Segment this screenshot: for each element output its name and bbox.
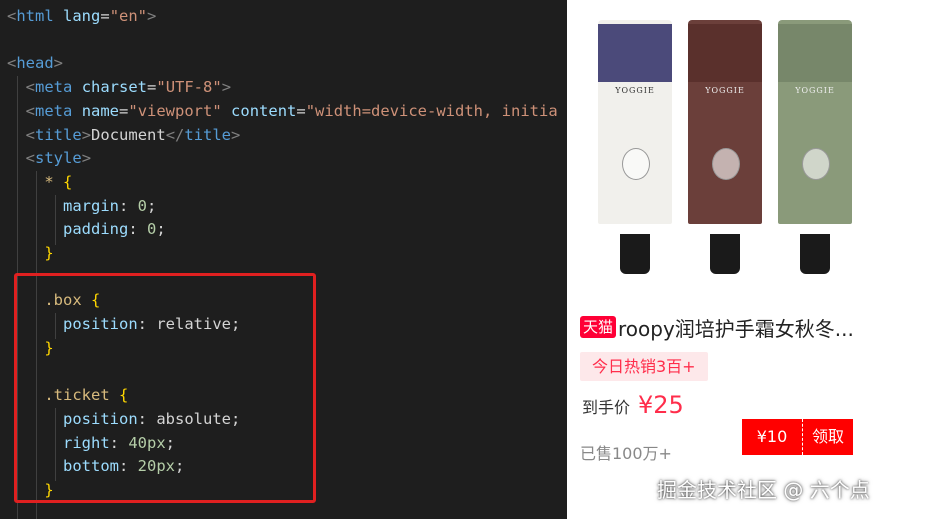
- sold-count: 已售100万+: [580, 444, 672, 463]
- tube-green: YOGGIE: [778, 20, 852, 274]
- code-token: ;: [147, 196, 157, 215]
- code-token: =: [119, 101, 129, 120]
- code-token: {: [63, 172, 73, 191]
- tube-brand: YOGGIE: [795, 86, 835, 95]
- code-token: }: [44, 244, 54, 262]
- coupon-amount: ¥10: [742, 419, 802, 455]
- code-token: padding: [63, 220, 129, 239]
- code-token: =: [147, 78, 157, 97]
- tube-label-band: [598, 24, 672, 82]
- code-line[interactable]: padding: 0;: [7, 218, 166, 242]
- code-token: charset: [81, 78, 148, 97]
- code-token: <: [7, 7, 17, 25]
- tube-badge-icon: [712, 148, 740, 180]
- code-token: =: [100, 7, 110, 25]
- tube-cap: [620, 234, 650, 274]
- code-line[interactable]: * {: [7, 171, 72, 195]
- code-line[interactable]: }: [7, 242, 54, 266]
- code-token: "UTF-8": [156, 78, 222, 97]
- code-line[interactable]: <title>Document</title>: [7, 124, 241, 148]
- code-token: meta: [35, 101, 73, 120]
- code-token: :: [119, 196, 138, 215]
- code-token: ;: [156, 220, 166, 239]
- code-token: >: [231, 125, 241, 144]
- code-token: >: [81, 149, 92, 168]
- code-token: 0: [137, 196, 148, 215]
- code-token: 0: [147, 220, 157, 239]
- code-token: >: [147, 7, 157, 25]
- code-token: <: [7, 54, 17, 73]
- code-line[interactable]: <meta charset="UTF-8">: [7, 76, 231, 100]
- code-token: title: [35, 125, 82, 144]
- price-row: 到手价 ¥25: [582, 391, 684, 425]
- tube-brand: YOGGIE: [615, 86, 655, 95]
- tube-cap: [800, 234, 830, 274]
- code-token: style: [35, 149, 82, 168]
- code-token: *: [44, 172, 54, 191]
- code-token: head: [16, 54, 54, 73]
- code-token: >: [53, 54, 64, 73]
- price-label: 到手价: [582, 398, 631, 417]
- code-editor[interactable]: <html lang="en"> <head> <meta charset="UT…: [0, 0, 567, 519]
- tmall-badge: 天猫: [580, 316, 617, 338]
- tube-purple: YOGGIE: [598, 20, 672, 274]
- code-token: margin: [63, 196, 119, 215]
- code-token: title: [184, 125, 232, 144]
- tube-cap: [710, 234, 740, 274]
- code-token: =: [296, 101, 306, 120]
- product-card[interactable]: YOGGIE YOGGIE YOGGIE 天猫 roopy润培护手霜女秋冬...…: [567, 0, 934, 519]
- hot-sale-tag: 今日热销3百+: [580, 352, 708, 381]
- code-token: >: [81, 125, 92, 144]
- code-line[interactable]: margin: 0;: [7, 195, 156, 219]
- code-token: >: [221, 78, 232, 97]
- tube-brown: YOGGIE: [688, 20, 762, 274]
- watermark: 掘金技术社区 @ 六个点: [657, 478, 870, 502]
- code-token: "en": [109, 7, 148, 25]
- code-token: html: [16, 7, 54, 25]
- coupon-ticket[interactable]: ¥10 领取: [742, 419, 853, 455]
- tube-label-band: [778, 24, 852, 82]
- code-token: <: [25, 78, 36, 97]
- product-title[interactable]: roopy润培护手霜女秋冬...: [618, 313, 854, 342]
- code-token: <: [25, 125, 36, 144]
- product-title-row[interactable]: 天猫 roopy润培护手霜女秋冬...: [580, 313, 854, 341]
- tube-label-band: [688, 24, 762, 82]
- code-token: :: [128, 220, 147, 239]
- product-image[interactable]: YOGGIE YOGGIE YOGGIE: [592, 10, 872, 280]
- tube-badge-icon: [622, 148, 650, 180]
- code-token: <: [25, 149, 36, 168]
- code-token: Document: [91, 125, 166, 144]
- code-line[interactable]: <style>: [7, 147, 91, 171]
- tube-badge-icon: [802, 148, 830, 180]
- code-token: content: [231, 101, 297, 120]
- code-token: "viewport": [128, 101, 222, 120]
- code-token: meta: [35, 78, 73, 97]
- coupon-claim-button[interactable]: 领取: [802, 419, 853, 455]
- price-value: ¥25: [638, 391, 684, 419]
- code-token: lang: [63, 7, 101, 25]
- code-token: "width=device-width, initia: [305, 101, 558, 120]
- code-token: </: [165, 125, 185, 144]
- code-token: <: [25, 101, 36, 120]
- code-line[interactable]: <html lang="en">: [7, 5, 156, 29]
- code-line[interactable]: <meta name="viewport" content="width=dev…: [7, 100, 558, 124]
- highlight-box: [14, 273, 316, 503]
- code-token: name: [81, 101, 120, 120]
- code-line[interactable]: <head>: [7, 52, 63, 76]
- tube-brand: YOGGIE: [705, 86, 745, 95]
